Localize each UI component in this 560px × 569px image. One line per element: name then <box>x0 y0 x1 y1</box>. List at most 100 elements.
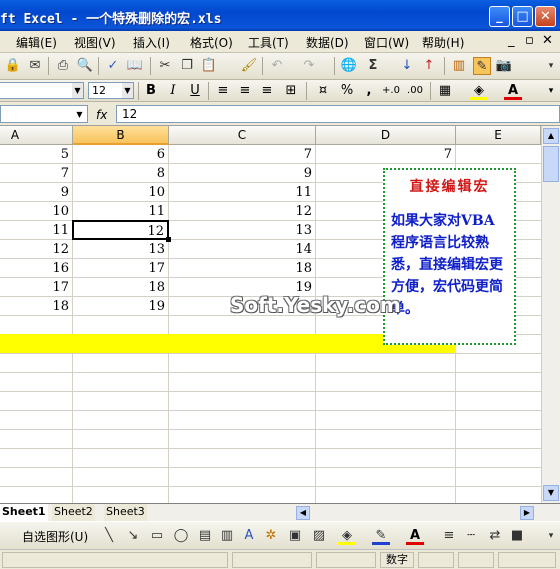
line-icon[interactable]: ╲ <box>100 527 118 545</box>
cell-a5[interactable]: 11 <box>0 221 72 240</box>
undo-icon[interactable]: ↶ <box>268 57 286 75</box>
cell-a9[interactable]: 18 <box>0 297 72 316</box>
menu-data[interactable]: 数据(D) <box>306 34 349 51</box>
font-name-combo[interactable]: ▼ <box>0 82 84 99</box>
column-header-a[interactable]: A <box>0 126 73 145</box>
dash-style-icon[interactable]: ┄ <box>462 527 480 545</box>
toolbar-options-icon[interactable]: ▾ <box>542 82 560 100</box>
copy-icon[interactable]: ❐ <box>178 57 196 75</box>
formula-input[interactable]: 12 <box>116 105 560 123</box>
align-right-icon[interactable]: ≡ <box>258 82 276 100</box>
active-cell-b5[interactable]: 12 <box>72 220 169 240</box>
tab-sheet1[interactable]: Sheet1 <box>0 504 48 521</box>
cell-a1[interactable]: 5 <box>0 145 72 164</box>
line-color-icon[interactable]: ✎ <box>372 527 390 545</box>
column-header-e[interactable]: E <box>456 126 541 145</box>
cell-b4[interactable]: 11 <box>72 202 168 221</box>
toolbar-options-icon[interactable]: ▾ <box>542 527 560 545</box>
camera-icon[interactable]: 📷 <box>495 57 513 75</box>
menu-help[interactable]: 帮助(H) <box>422 34 464 51</box>
toolbar-options-icon[interactable]: ▾ <box>542 57 560 75</box>
cell-c4[interactable]: 12 <box>168 202 315 221</box>
tab-sheet3[interactable]: Sheet3 <box>104 504 147 521</box>
wordart-icon[interactable]: A <box>240 527 258 545</box>
column-header-c[interactable]: C <box>169 126 316 145</box>
comma-button[interactable]: , <box>360 82 378 100</box>
paste-icon[interactable]: 📋 <box>200 57 218 75</box>
cell-a8[interactable]: 17 <box>0 278 72 297</box>
format-painter-icon[interactable]: 🖌 <box>240 57 258 75</box>
name-box[interactable]: ▼ <box>0 105 88 123</box>
cell-b1[interactable]: 6 <box>72 145 168 164</box>
research-icon[interactable]: 📖 <box>126 57 144 75</box>
vertical-textbox-icon[interactable]: ▥ <box>218 527 236 545</box>
cell-c6[interactable]: 14 <box>168 240 315 259</box>
tab-sheet2[interactable]: Sheet2 <box>52 504 95 521</box>
rectangle-icon[interactable]: ▭ <box>148 527 166 545</box>
percent-button[interactable]: % <box>338 82 356 100</box>
chart-wizard-icon[interactable]: ▥ <box>450 57 468 75</box>
autosum-icon[interactable]: Σ <box>364 57 382 75</box>
menu-edit[interactable]: 编辑(E) <box>16 34 57 51</box>
fill-color-icon[interactable]: ◈ <box>338 527 356 545</box>
spelling-icon[interactable]: ✓ <box>104 57 122 75</box>
currency-icon[interactable]: ¤ <box>314 82 332 100</box>
sort-ascending-icon[interactable]: ↓ <box>398 57 416 75</box>
print-preview-icon[interactable]: 🔍 <box>76 57 94 75</box>
font-color-icon[interactable]: A <box>406 527 424 545</box>
note-textbox[interactable]: 直接编辑宏 如果大家对VBA程序语言比较熟悉，直接编辑宏更方便，宏代码更简单。 <box>383 168 516 345</box>
cell-b2[interactable]: 8 <box>72 164 168 183</box>
font-color-icon[interactable]: A <box>504 82 522 100</box>
menu-tools[interactable]: 工具(T) <box>248 34 289 51</box>
cell-b6[interactable]: 13 <box>72 240 168 259</box>
cell-a4[interactable]: 10 <box>0 202 72 221</box>
permission-icon[interactable]: 🔒 <box>4 57 22 75</box>
doc-minimize-button[interactable]: _ <box>508 33 515 48</box>
menu-format[interactable]: 格式(O) <box>190 34 233 51</box>
redo-icon[interactable]: ↷ <box>300 57 318 75</box>
vertical-scrollbar[interactable]: ▲ ▼ <box>541 126 560 503</box>
cell-c5[interactable]: 13 <box>168 221 315 240</box>
arrow-style-icon[interactable]: ⇄ <box>486 527 504 545</box>
bold-button[interactable]: B <box>142 82 160 100</box>
picture-icon[interactable]: ▨ <box>310 527 328 545</box>
scroll-left-icon[interactable]: ◀ <box>296 506 310 520</box>
diagram-icon[interactable]: ✲ <box>262 527 280 545</box>
autoshapes-menu[interactable]: 自选图形(U) <box>22 528 88 545</box>
align-left-icon[interactable]: ≡ <box>214 82 232 100</box>
drawing-icon[interactable]: ✎ <box>473 57 491 75</box>
cell-d1[interactable]: 7 <box>315 145 455 164</box>
arrow-icon[interactable]: ↘ <box>124 527 142 545</box>
cell-c7[interactable]: 18 <box>168 259 315 278</box>
scroll-thumb[interactable] <box>543 146 559 182</box>
underline-button[interactable]: U <box>186 82 204 100</box>
borders-icon[interactable]: ▦ <box>436 82 454 100</box>
cell-c3[interactable]: 11 <box>168 183 315 202</box>
email-icon[interactable]: ✉ <box>26 57 44 75</box>
cell-b7[interactable]: 17 <box>72 259 168 278</box>
maximize-button[interactable]: □ <box>512 6 533 27</box>
sort-descending-icon[interactable]: ↑ <box>420 57 438 75</box>
decrease-decimal-icon[interactable]: .00 <box>406 82 424 100</box>
italic-button[interactable]: I <box>164 82 182 100</box>
cell-a6[interactable]: 12 <box>0 240 72 259</box>
line-style-icon[interactable]: ≡ <box>440 527 458 545</box>
menu-window[interactable]: 窗口(W) <box>364 34 409 51</box>
fill-color-icon[interactable]: ◈ <box>470 82 488 100</box>
print-icon[interactable]: ⎙ <box>54 57 72 75</box>
merge-center-icon[interactable]: ⊞ <box>282 82 300 100</box>
scroll-right-icon[interactable]: ▶ <box>520 506 534 520</box>
cell-b8[interactable]: 18 <box>72 278 168 297</box>
scroll-up-icon[interactable]: ▲ <box>543 128 559 144</box>
cell-a2[interactable]: 7 <box>0 164 72 183</box>
increase-decimal-icon[interactable]: +.0 <box>382 82 400 100</box>
doc-close-button[interactable]: ✕ <box>542 33 553 48</box>
cell-b3[interactable]: 10 <box>72 183 168 202</box>
oval-icon[interactable]: ◯ <box>172 527 190 545</box>
cell-a7[interactable]: 16 <box>0 259 72 278</box>
cell-c1[interactable]: 7 <box>168 145 315 164</box>
cell-b9[interactable]: 19 <box>72 297 168 316</box>
menu-view[interactable]: 视图(V) <box>74 34 116 51</box>
scroll-down-icon[interactable]: ▼ <box>543 485 559 501</box>
cell-a3[interactable]: 9 <box>0 183 72 202</box>
